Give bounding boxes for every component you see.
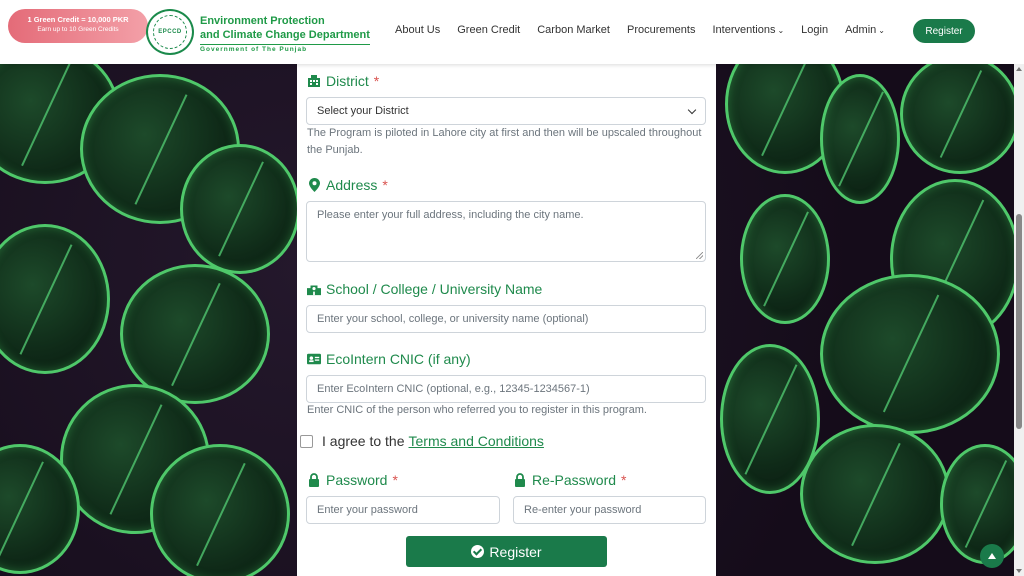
nav-carbon-market[interactable]: Carbon Market xyxy=(537,24,610,36)
repassword-label-text: Re-Password xyxy=(532,472,617,488)
check-circle-icon xyxy=(471,545,485,558)
nav-procurements[interactable]: Procurements xyxy=(627,24,695,36)
chevron-down-icon: ⌄ xyxy=(777,26,785,35)
password-label-text: Password xyxy=(326,472,388,488)
nav-admin-label: Admin xyxy=(845,24,877,36)
site-header: 1 Green Credit = 10,000 PKR Earn up to 1… xyxy=(0,0,1024,64)
cnic-input[interactable]: Enter EcoIntern CNIC (optional, e.g., 12… xyxy=(306,375,706,403)
logo-text: EPCCD xyxy=(158,29,182,35)
brand-name[interactable]: Environment Protection and Climate Chang… xyxy=(200,14,370,53)
lock-icon xyxy=(307,473,321,487)
arrow-up-icon xyxy=(988,553,996,559)
leaf-shape xyxy=(0,224,110,374)
address-label: Address * xyxy=(307,177,388,193)
leaf-shape xyxy=(820,74,900,204)
epccd-logo[interactable]: EPCCD xyxy=(146,9,194,55)
repassword-placeholder: Re-enter your password xyxy=(524,504,642,516)
logo-seal: EPCCD xyxy=(153,15,187,49)
school-icon xyxy=(307,282,321,296)
required-marker: * xyxy=(392,472,398,488)
main-nav: About Us Green Credit Carbon Market Proc… xyxy=(395,24,902,36)
address-textarea[interactable]: Please enter your full address, includin… xyxy=(306,201,706,262)
page-scrollbar[interactable] xyxy=(1014,64,1024,576)
nav-green-credit[interactable]: Green Credit xyxy=(457,24,520,36)
register-submit-button[interactable]: Register xyxy=(406,536,607,567)
district-label: District * xyxy=(307,73,379,89)
resize-handle-icon[interactable] xyxy=(696,252,703,259)
leaf-shape xyxy=(940,444,1024,564)
cnic-label-text: EcoIntern CNIC (if any) xyxy=(326,351,471,367)
id-card-icon xyxy=(307,352,321,366)
school-label: School / College / University Name xyxy=(307,281,542,297)
cnic-label: EcoIntern CNIC (if any) xyxy=(307,351,471,367)
repassword-input[interactable]: Re-enter your password xyxy=(513,496,706,524)
address-placeholder: Please enter your full address, includin… xyxy=(317,209,584,221)
lock-icon xyxy=(513,473,527,487)
terms-row: I agree to the Terms and Conditions xyxy=(300,433,544,449)
leaf-shape xyxy=(120,264,270,404)
nav-admin[interactable]: Admin ⌄ xyxy=(845,24,885,36)
header-register-button[interactable]: Register xyxy=(913,19,975,43)
required-marker: * xyxy=(621,472,627,488)
address-label-text: Address xyxy=(326,177,378,193)
leaf-shape xyxy=(820,274,1000,434)
password-label: Password * xyxy=(307,472,398,488)
credit-badge-line2: Earn up to 10 Green Credits xyxy=(37,26,119,33)
terms-checkbox[interactable] xyxy=(300,434,313,448)
registration-form: District * Select your District The Prog… xyxy=(297,64,716,576)
leaf-shape xyxy=(180,144,300,274)
district-label-text: District xyxy=(326,73,369,89)
nav-about-us[interactable]: About Us xyxy=(395,24,440,36)
scroll-up-icon[interactable] xyxy=(1016,67,1022,71)
repassword-label: Re-Password * xyxy=(513,472,626,488)
scroll-down-icon[interactable] xyxy=(1016,569,1022,573)
district-select[interactable]: Select your District xyxy=(306,97,706,125)
terms-prefix: I agree to the xyxy=(322,433,405,449)
school-label-text: School / College / University Name xyxy=(326,281,543,297)
nav-interventions[interactable]: Interventions ⌄ xyxy=(712,24,784,36)
leaf-shape xyxy=(150,444,290,576)
chevron-down-icon: ⌄ xyxy=(878,26,885,35)
school-input[interactable]: Enter your school, college, or universit… xyxy=(306,305,706,333)
leaf-shape xyxy=(800,424,950,564)
school-placeholder: Enter your school, college, or universit… xyxy=(317,313,589,325)
credit-badge-line1: 1 Green Credit = 10,000 PKR xyxy=(27,15,129,24)
terms-link[interactable]: Terms and Conditions xyxy=(409,433,544,449)
nav-login[interactable]: Login xyxy=(801,24,828,36)
cnic-placeholder: Enter EcoIntern CNIC (optional, e.g., 12… xyxy=(317,383,590,395)
brand-line3: Government of The Punjab xyxy=(200,44,370,53)
leaf-shape xyxy=(740,194,830,324)
leaf-shape xyxy=(900,64,1020,174)
district-select-value: Select your District xyxy=(317,105,409,117)
chevron-down-icon xyxy=(687,105,697,115)
cnic-help-text: Enter CNIC of the person who referred yo… xyxy=(307,404,647,416)
building-icon xyxy=(307,74,321,88)
required-marker: * xyxy=(373,73,380,89)
password-input[interactable]: Enter your password xyxy=(306,496,500,524)
brand-line2: and Climate Change Department xyxy=(200,29,370,41)
map-marker-icon xyxy=(307,178,321,192)
required-marker: * xyxy=(382,177,388,193)
scrollbar-thumb[interactable] xyxy=(1016,214,1022,429)
nav-interventions-label: Interventions xyxy=(712,24,776,36)
register-submit-label: Register xyxy=(489,543,542,560)
back-to-top-button[interactable] xyxy=(980,544,1004,568)
green-credit-badge[interactable]: 1 Green Credit = 10,000 PKR Earn up to 1… xyxy=(8,9,148,43)
password-placeholder: Enter your password xyxy=(317,504,418,516)
brand-line1: Environment Protection xyxy=(200,15,325,27)
district-help-text: The Program is piloted in Lahore city at… xyxy=(307,127,702,156)
